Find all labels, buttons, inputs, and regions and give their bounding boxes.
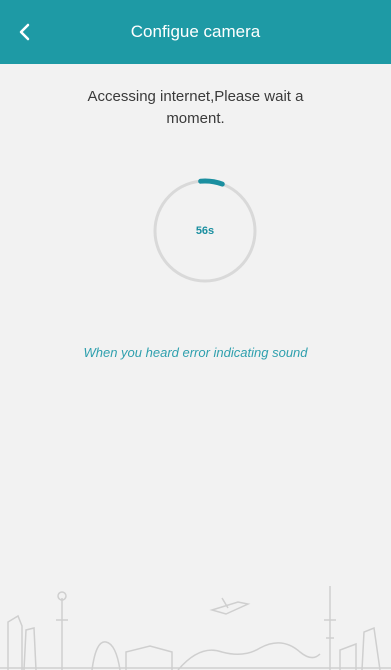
- countdown-progress-ring: 56s: [148, 174, 262, 288]
- chevron-left-icon: [19, 23, 30, 41]
- error-sound-help-link[interactable]: When you heard error indicating sound: [10, 345, 381, 360]
- back-button[interactable]: [8, 14, 42, 50]
- page-title: Configue camera: [130, 22, 261, 41]
- status-message: Accessing internet,Please wait a moment.: [87, 88, 304, 127]
- header-bar: Configue camera: [0, 0, 391, 64]
- countdown-label: 56s: [195, 225, 215, 237]
- city-skyline-illustration: [0, 586, 391, 670]
